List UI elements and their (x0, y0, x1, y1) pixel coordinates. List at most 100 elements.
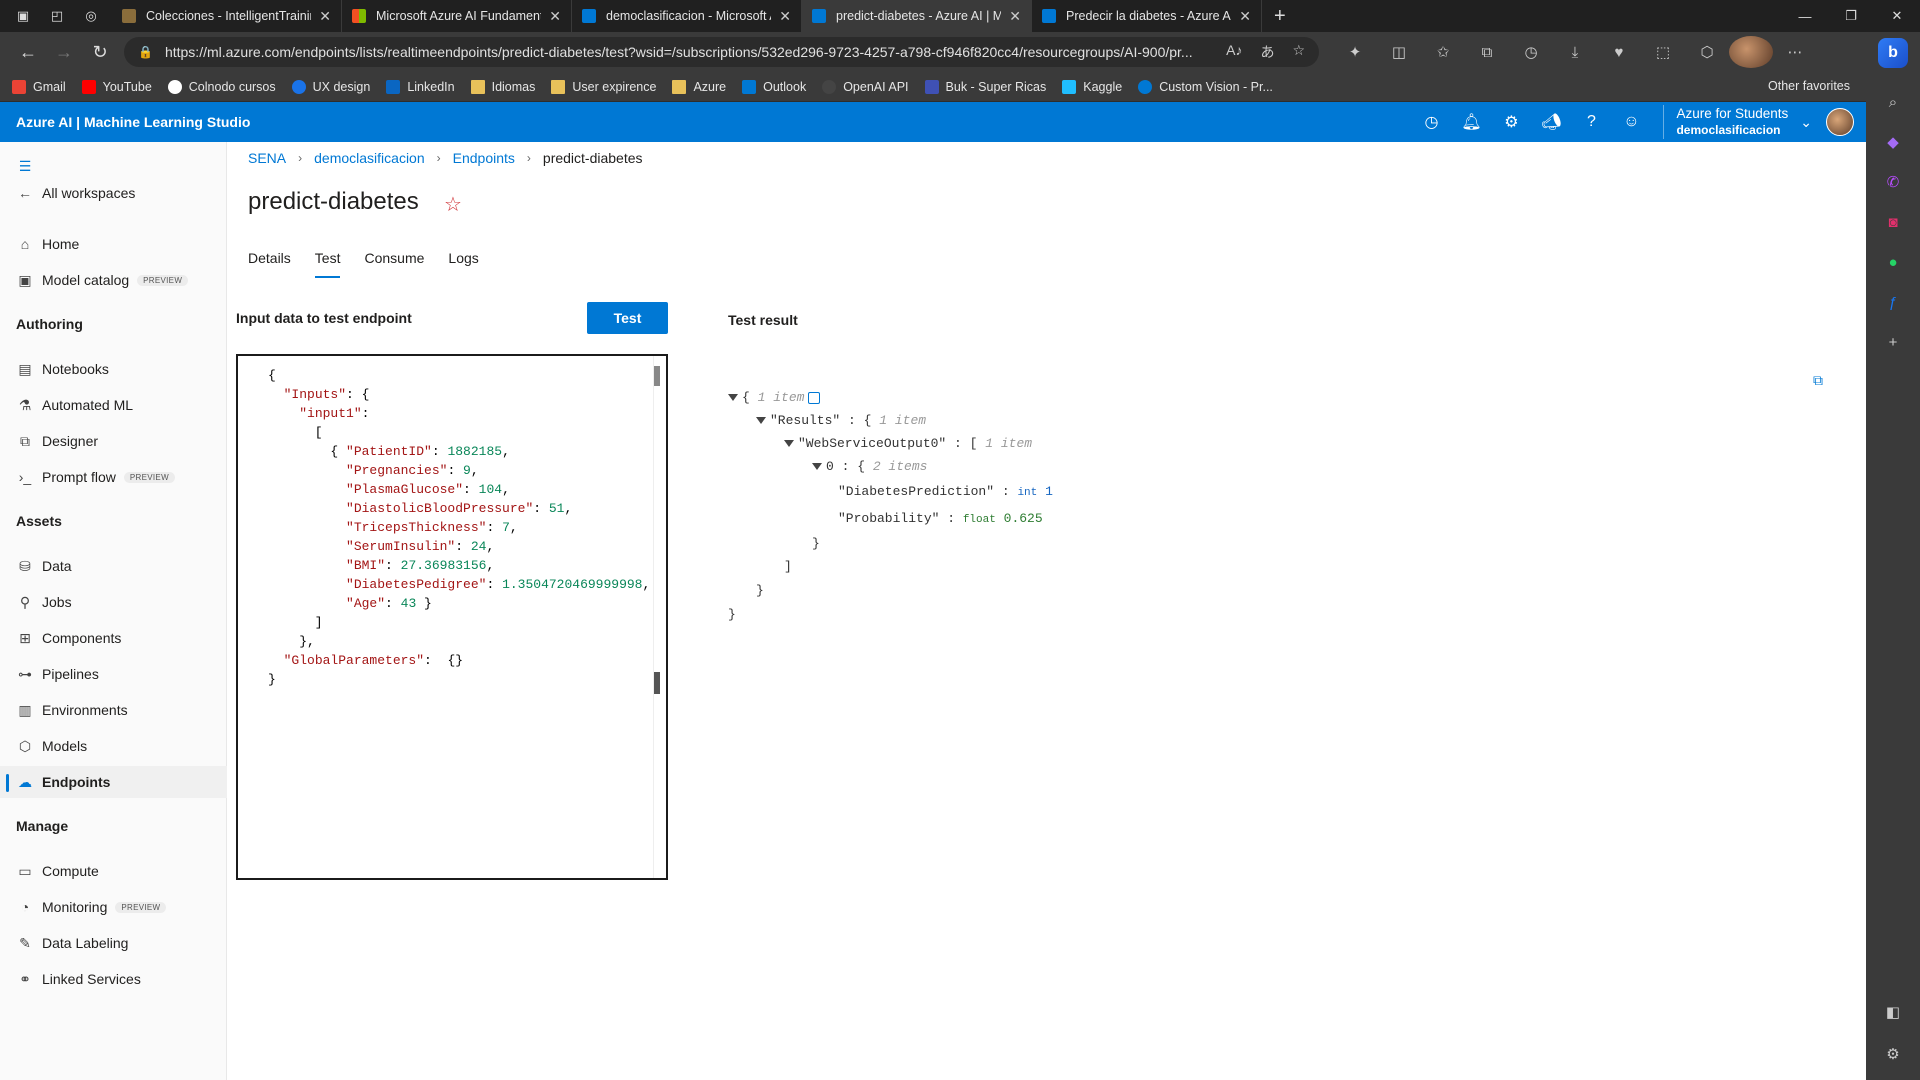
history-icon[interactable]: ◷ (1509, 36, 1553, 68)
nav-automated-ml[interactable]: ⚗ Automated ML (0, 389, 227, 421)
nav-compute[interactable]: ▭ Compute (0, 855, 227, 887)
window-menu-icon[interactable]: ▣ (12, 5, 34, 27)
copy-icon[interactable]: ⧉ (1813, 372, 1829, 388)
facebook-icon[interactable]: ƒ (1879, 288, 1907, 316)
user-avatar[interactable] (1826, 108, 1854, 136)
nav-endpoints[interactable]: ☁ Endpoints (0, 766, 227, 798)
browser-tab-democlasificacion[interactable]: democlasificacion - Microsoft Az ✕ (572, 0, 802, 32)
notifications-icon[interactable]: 🔔︎ (1451, 102, 1491, 142)
tab-consume[interactable]: Consume (364, 250, 424, 278)
settings-icon[interactable]: ⚙ (1491, 102, 1531, 142)
browser-tab-colecciones[interactable]: Colecciones - IntelligentTraining ✕ (112, 0, 342, 32)
tab-actions-icon[interactable]: ◎ (80, 5, 102, 27)
nav-components[interactable]: ⊞ Components (0, 622, 227, 654)
announcements-icon[interactable]: 📣︎ (1531, 102, 1571, 142)
clipboard-icon[interactable] (808, 391, 821, 404)
nav-data-labeling[interactable]: ✎ Data Labeling (0, 927, 227, 959)
browser-tab-predict-diabetes[interactable]: predict-diabetes - Azure AI | Mac ✕ (802, 0, 1032, 32)
bookmark-gmail[interactable]: Gmail (12, 79, 66, 94)
feedback-icon[interactable]: ☺ (1611, 102, 1651, 142)
breadcrumb-sena[interactable]: SENA (248, 150, 286, 166)
browser-tab-predecir[interactable]: Predecir la diabetes - Azure AI | ✕ (1032, 0, 1262, 32)
close-icon[interactable]: ✕ (1239, 8, 1251, 25)
nav-designer[interactable]: ⧉ Designer (0, 425, 227, 457)
nav-model-catalog[interactable]: ▣ Model catalog PREVIEW (0, 264, 227, 296)
nav-all-workspaces[interactable]: ← All workspaces (0, 177, 227, 209)
close-icon[interactable]: ✕ (779, 8, 791, 25)
restore-icon[interactable]: ❐ (1828, 0, 1874, 32)
bookmark-azure[interactable]: Azure (672, 79, 726, 94)
nav-pipelines[interactable]: ⊶ Pipelines (0, 658, 227, 690)
nav-linked-services[interactable]: ⚭ Linked Services (0, 963, 227, 995)
back-icon[interactable]: ← (10, 36, 46, 68)
favorite-star-icon[interactable]: ☆ (444, 192, 462, 217)
new-tab-icon[interactable]: + (1274, 5, 1286, 28)
json-input-editor[interactable]: { "Inputs": { "input1": [ { "PatientID":… (236, 354, 668, 880)
performance-icon[interactable]: ♥ (1597, 36, 1641, 68)
bookmark-outlook[interactable]: Outlook (742, 79, 806, 94)
lock-icon[interactable]: 🔒 (138, 45, 153, 59)
nav-data[interactable]: ⛁ Data (0, 550, 227, 582)
favorites-icon[interactable]: ✩ (1421, 36, 1465, 68)
extensions-icon[interactable]: ✦ (1333, 36, 1377, 68)
account-switcher[interactable]: Azure for Students democlasificacion (1663, 105, 1788, 139)
bookmark-youtube[interactable]: YouTube (81, 79, 152, 94)
refresh-icon[interactable]: ↻ (82, 36, 118, 68)
result-index-0[interactable]: 0 : { 2 items (812, 459, 927, 474)
copilot-icon[interactable]: b (1878, 38, 1908, 68)
breadcrumb-workspace[interactable]: democlasificacion (314, 150, 425, 166)
result-results[interactable]: "Results" : { 1 item (756, 413, 926, 428)
window-close-icon[interactable]: ✕ (1874, 0, 1920, 32)
nav-home[interactable]: ⌂ Home (0, 228, 227, 260)
screenshot-icon[interactable]: ⬚ (1641, 36, 1685, 68)
more-icon[interactable]: ⋯ (1773, 36, 1817, 68)
bookmark-buk[interactable]: Buk - Super Ricas (924, 79, 1046, 94)
help-icon[interactable]: ? (1571, 102, 1611, 142)
bookmark-linkedin[interactable]: LinkedIn (386, 79, 455, 94)
profile-icon[interactable] (1729, 36, 1773, 68)
translate-icon[interactable]: あ (1260, 42, 1274, 62)
editor-scrollbar-marker[interactable] (654, 672, 660, 694)
nav-environments[interactable]: ▥ Environments (0, 694, 227, 726)
editor-scrollbar-thumb[interactable] (654, 366, 660, 386)
shopping-icon[interactable]: ◆ (1879, 128, 1907, 156)
forward-icon[interactable]: → (46, 36, 82, 68)
tab-details[interactable]: Details (248, 250, 291, 278)
result-root[interactable]: { 1 item (728, 390, 821, 405)
hide-sidebar-icon[interactable]: ◧ (1879, 998, 1907, 1026)
nav-prompt-flow[interactable]: ›_ Prompt flow PREVIEW (0, 461, 227, 493)
nav-notebooks[interactable]: ▤ Notebooks (0, 353, 227, 385)
bookmark-colnodo[interactable]: Colnodo cursos (167, 79, 276, 94)
url-field[interactable]: 🔒 https://ml.azure.com/endpoints/lists/r… (124, 37, 1319, 67)
favorite-star-icon[interactable]: ☆ (1292, 42, 1305, 62)
split-screen-icon[interactable]: ◫ (1377, 36, 1421, 68)
read-aloud-icon[interactable]: A♪ (1226, 42, 1242, 62)
other-favorites[interactable]: Other favorites (1747, 79, 1850, 93)
nav-jobs[interactable]: ⚲ Jobs (0, 586, 227, 618)
test-button[interactable]: Test (587, 302, 668, 334)
result-output[interactable]: "WebServiceOutput0" : [ 1 item (784, 436, 1032, 451)
add-sidebar-app-icon[interactable]: + (1879, 328, 1907, 356)
messenger-icon[interactable]: ✆ (1879, 168, 1907, 196)
close-icon[interactable]: ✕ (549, 8, 561, 25)
collections-icon[interactable]: ⧉ (1465, 36, 1509, 68)
workspaces-icon[interactable]: ◰ (46, 5, 68, 27)
copilot-extension-icon[interactable]: ⬡ (1685, 36, 1729, 68)
nav-monitoring[interactable]: ◔ Monitoring PREVIEW (0, 891, 227, 923)
bookmark-openai-api[interactable]: OpenAI API (822, 79, 909, 94)
close-icon[interactable]: ✕ (1009, 8, 1021, 25)
instagram-icon[interactable]: ◙ (1879, 208, 1907, 236)
bookmark-user-expirence[interactable]: User expirence (551, 79, 656, 94)
nav-models[interactable]: ⬡ Models (0, 730, 227, 762)
whatsapp-icon[interactable]: ● (1879, 248, 1907, 276)
search-icon[interactable]: ⌕ (1879, 88, 1907, 116)
app-title[interactable]: Azure AI | Machine Learning Studio (16, 114, 250, 130)
browser-tab-ms-learn[interactable]: Microsoft Azure AI Fundamentals ✕ (342, 0, 572, 32)
minimize-icon[interactable]: — (1782, 0, 1828, 32)
bookmark-custom-vision[interactable]: Custom Vision - Pr... (1138, 79, 1273, 94)
tab-test[interactable]: Test (314, 250, 341, 278)
bookmark-ux-design[interactable]: UX design (291, 79, 370, 94)
bookmark-kaggle[interactable]: Kaggle (1062, 79, 1122, 94)
recent-icon[interactable]: ◷ (1411, 102, 1451, 142)
breadcrumb-endpoints[interactable]: Endpoints (453, 150, 515, 166)
